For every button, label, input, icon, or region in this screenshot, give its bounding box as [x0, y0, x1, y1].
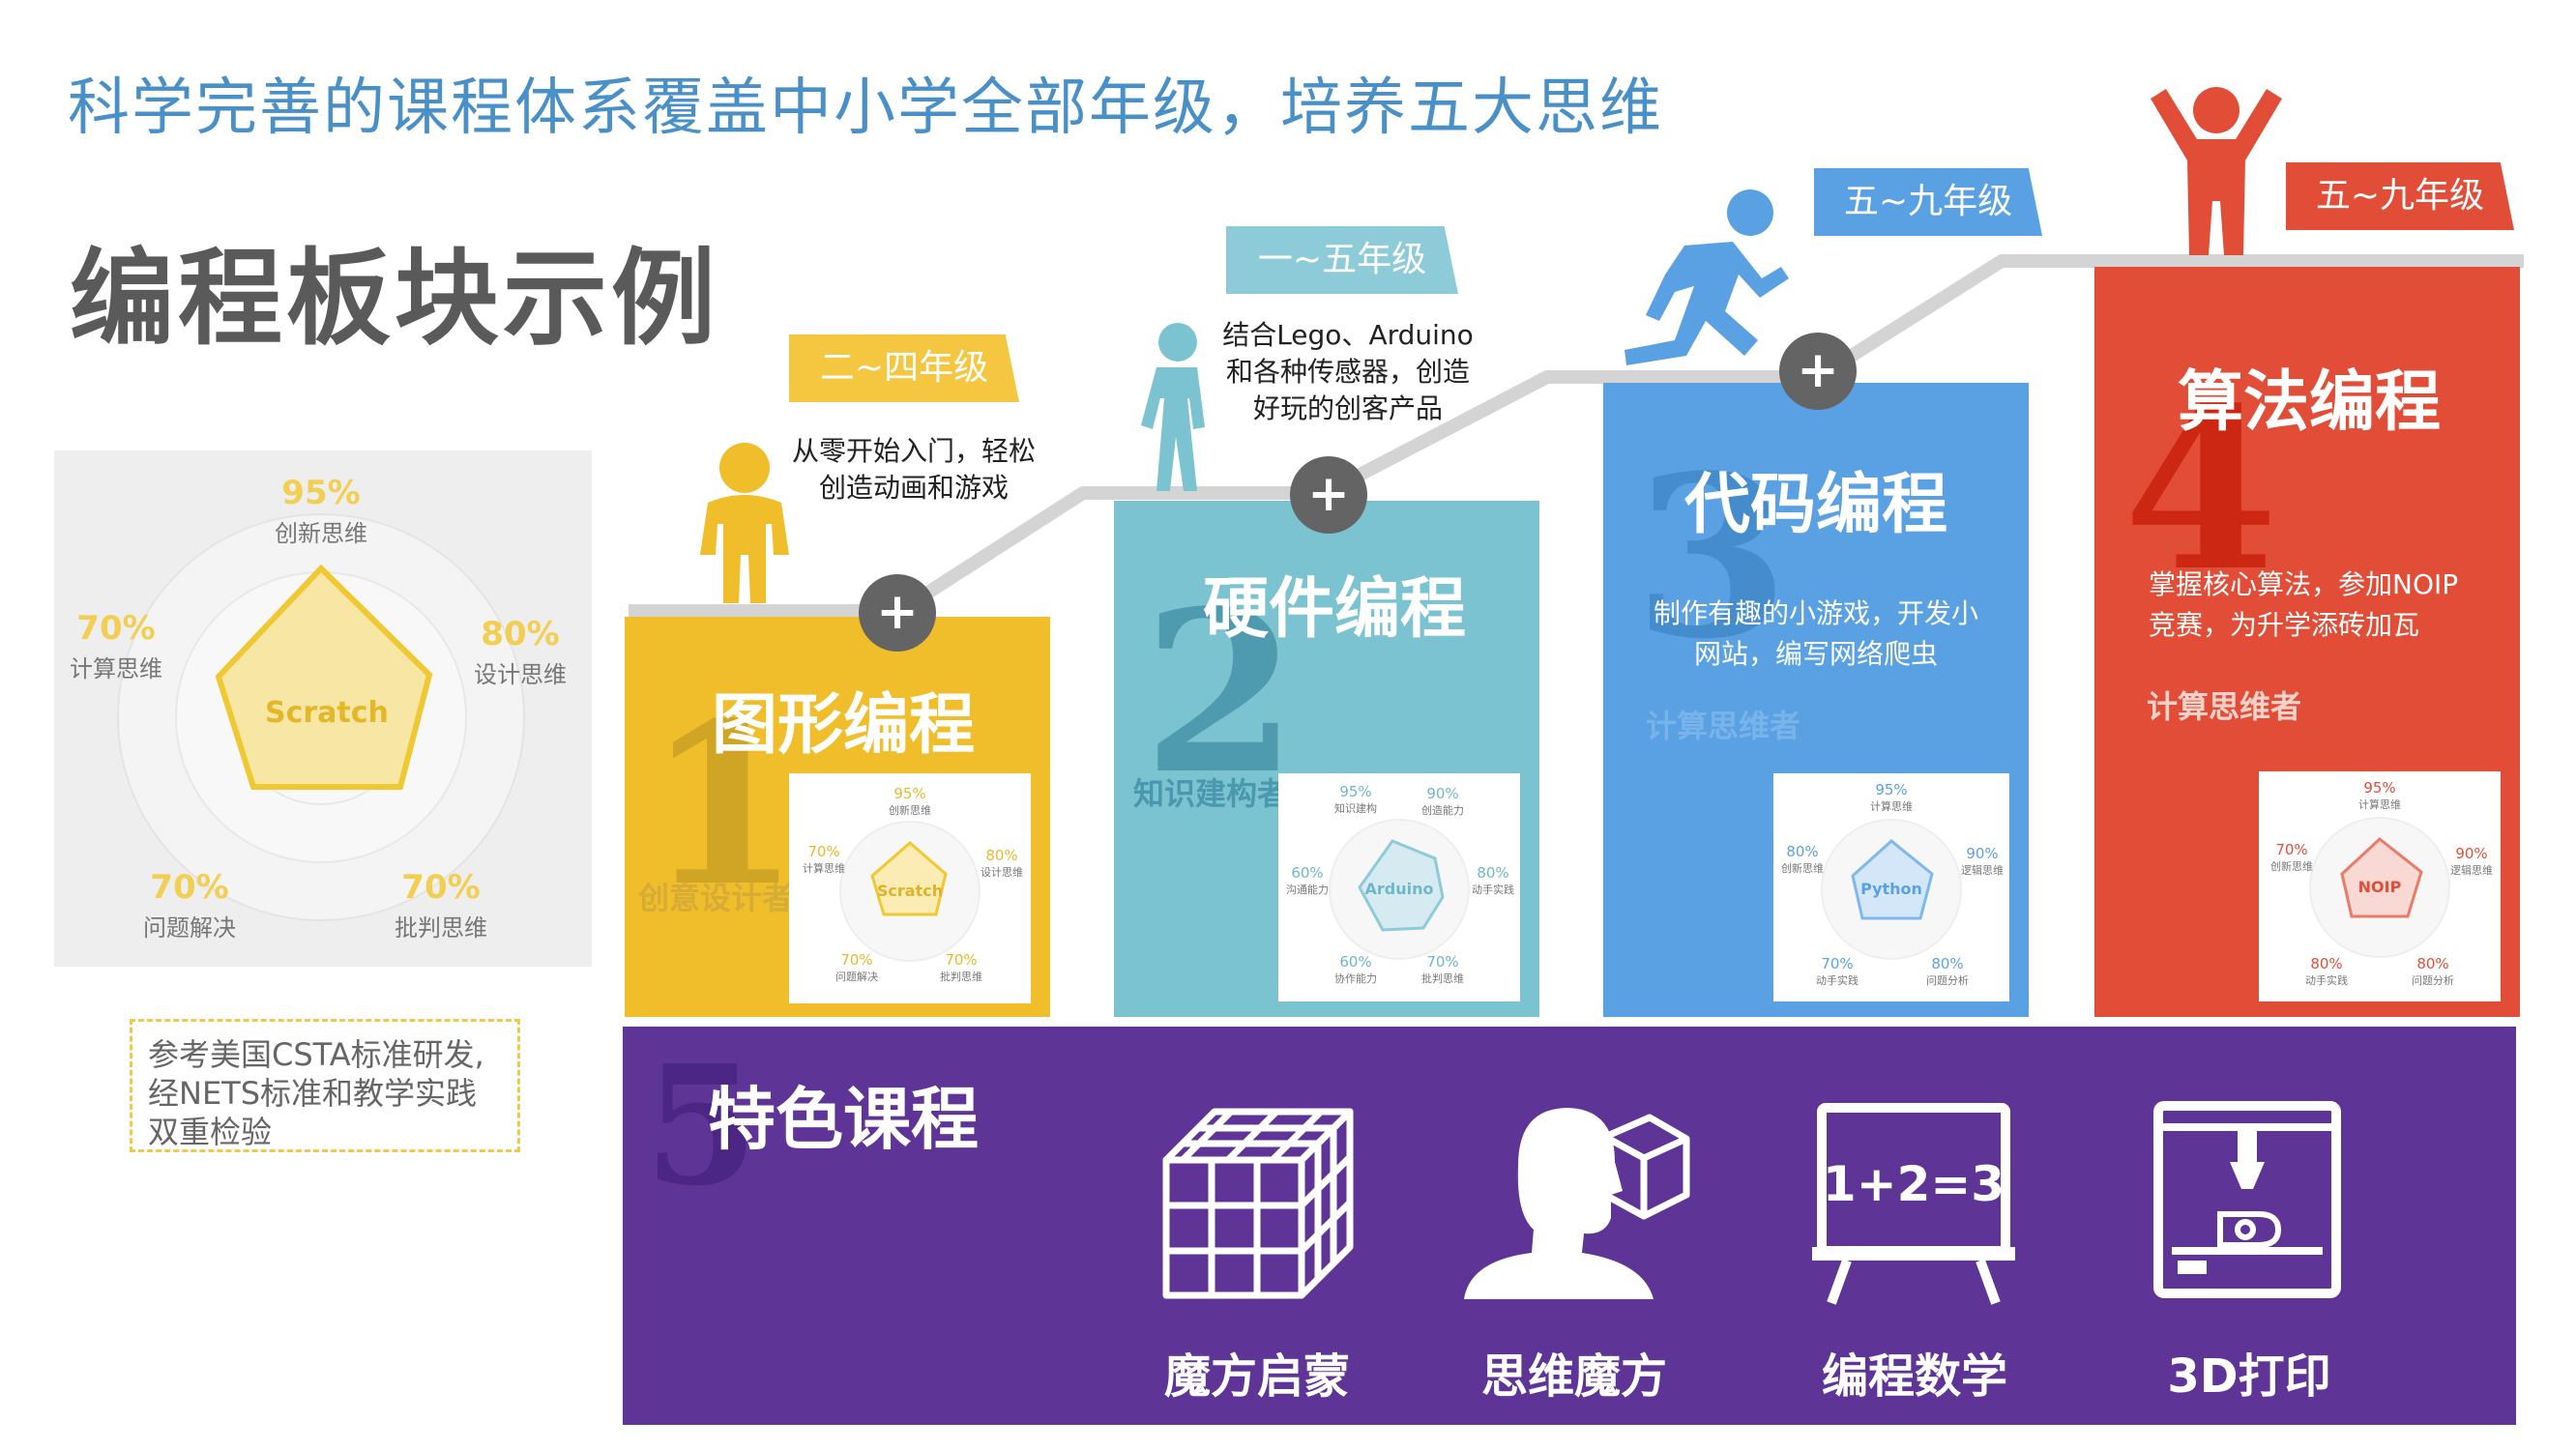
plus-circle-2: +: [1290, 456, 1367, 534]
person-running-icon: [1625, 189, 1789, 365]
step-3-radar-center: Python: [1860, 880, 1922, 898]
featured-label-3d-printing: 3D打印: [2167, 1349, 2331, 1404]
step-4-role: 计算思维者: [2147, 688, 2302, 725]
grade-tag-step-1: 二~四年级: [789, 334, 1019, 402]
step-2-radar-label-5: 协作能力: [1334, 972, 1377, 985]
step-4-radar-pct-2: 90%: [2455, 845, 2488, 862]
step-3-description: 制作有趣的小游戏，开发小网站，编写网络爬虫: [1653, 597, 1978, 670]
step-2-radar-label-4: 批判思维: [1421, 972, 1464, 985]
step-4-title: 算法编程: [2178, 364, 2442, 441]
step-3-radar-pct-5: 80%: [1786, 843, 1819, 860]
person-walking-icon: [1141, 323, 1205, 491]
step-2-radar-pct-4: 70%: [1426, 953, 1459, 971]
step-2-radar-label-6: 沟通能力: [1286, 884, 1329, 896]
step-4-radar-center: NOIP: [2357, 878, 2402, 896]
step-4-block: 4 算法编程 掌握核心算法，参加NOIP竞赛，为升学添砖加瓦 计算思维者 95%…: [2094, 267, 2520, 1017]
step-3-role: 计算思维者: [1646, 708, 1801, 744]
step-4-radar-pct-3: 80%: [2416, 955, 2449, 972]
person-cheering-icon: [2151, 87, 2282, 255]
step-2-radar-label-1: 知识建构: [1334, 802, 1377, 815]
featured-label-math: 编程数学: [1821, 1349, 2007, 1404]
step-4-radar-label-3: 问题分析: [2412, 974, 2454, 987]
step-4-radar-label-5: 创新思维: [2270, 860, 2313, 873]
step-1-title: 图形编程: [712, 687, 976, 764]
step-2-radar-pct-6: 60%: [1291, 864, 1324, 882]
step-3-radar-pct-2: 90%: [1966, 845, 1999, 862]
step-3-radar-label-1: 计算思维: [1870, 800, 1913, 813]
featured-label-thinking: 思维魔方: [1480, 1349, 1667, 1404]
step-2-role: 知识建构者: [1133, 775, 1289, 812]
step-3-radar-label-3: 问题分析: [1926, 974, 1969, 987]
plus-circle-1: +: [859, 574, 936, 652]
step-1-radar-label-1: 创新思维: [889, 804, 931, 817]
step-2-radar-center: Arduino: [1364, 880, 1434, 898]
step-3-block: 3 代码编程 制作有趣的小游戏，开发小网站，编写网络爬虫 计算思维者 95% 计…: [1603, 383, 2029, 1017]
thinker-head-icon: [1464, 1108, 1690, 1299]
math-board-icon: 1+2=3: [1812, 1103, 2015, 1305]
step-4-radar-pct-1: 95%: [2363, 779, 2396, 797]
step-1-radar-label-3: 批判思维: [940, 971, 982, 983]
step-2-radar-label-3: 动手实践: [1472, 884, 1514, 896]
step-4-radar-card: 95% 计算思维 90% 逻辑思维 80% 问题分析 80% 动手实践 70% …: [2259, 771, 2501, 1001]
step-2-title: 硬件编程: [1203, 571, 1467, 648]
step-3-radar-card: 95% 计算思维 90% 逻辑思维 80% 问题分析 70% 动手实践 80% …: [1773, 773, 2009, 1001]
step-1-radar-pct-2: 80%: [985, 847, 1018, 864]
step-4-description: 掌握核心算法，参加NOIP竞赛，为升学添砖加瓦: [2149, 568, 2459, 641]
step-2-radar-pct-5: 60%: [1339, 953, 1372, 971]
step-2-radar-card: 95% 知识建构 90% 创造能力 80% 动手实践 70% 批判思维 60% …: [1278, 773, 1520, 1001]
step-1-radar-label-2: 设计思维: [981, 866, 1023, 879]
step-1-radar-label-4: 问题解决: [835, 971, 878, 983]
step-1-role: 创意设计者: [638, 880, 794, 916]
step-4-radar-pct-5: 70%: [2275, 841, 2308, 858]
step-4-radar-pct-4: 80%: [2310, 955, 2343, 972]
step-2-block: 2 硬件编程 知识建构者 95% 知识建构 90% 创造能力 80% 动手实践 …: [1114, 501, 1539, 1017]
step-1-radar-pct-4: 70%: [840, 951, 873, 969]
step-2-bubble-text: 结合Lego、Arduino和各种传感器，创造好玩的创客产品: [1222, 319, 1474, 424]
step-3-radar-label-2: 逻辑思维: [1961, 864, 2004, 877]
step-4-radar-label-2: 逻辑思维: [2450, 864, 2493, 877]
step-2-radar-pct-2: 90%: [1426, 785, 1459, 802]
step-2-radar-label-2: 创造能力: [1421, 804, 1464, 817]
step-3-radar-label-5: 创新思维: [1781, 862, 1824, 875]
step-1-radar-pct-3: 70%: [945, 951, 978, 969]
rubiks-cube-icon: [1162, 1108, 1354, 1299]
step-1-radar-label-5: 计算思维: [803, 862, 845, 875]
step-3-radar-pct-4: 70%: [1821, 955, 1854, 972]
step-1-radar-card: 95% 创新思维 80% 设计思维 70% 批判思维 70% 问题解决 70% …: [789, 773, 1031, 1003]
grade-tag-step-4: 五~九年级: [2286, 162, 2514, 230]
step-1-bubble-text: 从零开始入门，轻松创造动画和游戏: [791, 435, 1036, 504]
step-1-block: 1 图形编程 创意设计者 95% 创新思维 80% 设计思维 70% 批判思维 …: [625, 617, 1050, 1017]
step-4-radar-label-4: 动手实践: [2305, 974, 2348, 987]
step-4-radar-label-1: 计算思维: [2358, 798, 2401, 811]
step-1-radar-pct-1: 95%: [893, 785, 926, 802]
math-board-text: 1+2=3: [1823, 1156, 2005, 1212]
featured-title: 特色课程: [708, 1080, 979, 1159]
plus-circle-3: +: [1779, 333, 1857, 410]
step-2-radar-pct-1: 95%: [1339, 783, 1372, 800]
step-3-radar-label-4: 动手实践: [1816, 974, 1859, 987]
step-3-radar-pct-3: 80%: [1931, 955, 1964, 972]
step-3-title: 代码编程: [1684, 467, 1948, 543]
step-3-radar-pct-1: 95%: [1875, 781, 1908, 798]
featured-label-rubiks: 魔方启蒙: [1163, 1349, 1350, 1404]
step-2-radar-pct-3: 80%: [1477, 864, 1509, 882]
step-1-radar-center: Scratch: [876, 882, 944, 900]
step-1-radar-pct-5: 70%: [807, 843, 840, 860]
grade-tag-step-2: 一~五年级: [1226, 226, 1458, 294]
grade-tag-step-3: 五~九年级: [1814, 168, 2042, 236]
3d-printer-icon: [2153, 1101, 2341, 1298]
